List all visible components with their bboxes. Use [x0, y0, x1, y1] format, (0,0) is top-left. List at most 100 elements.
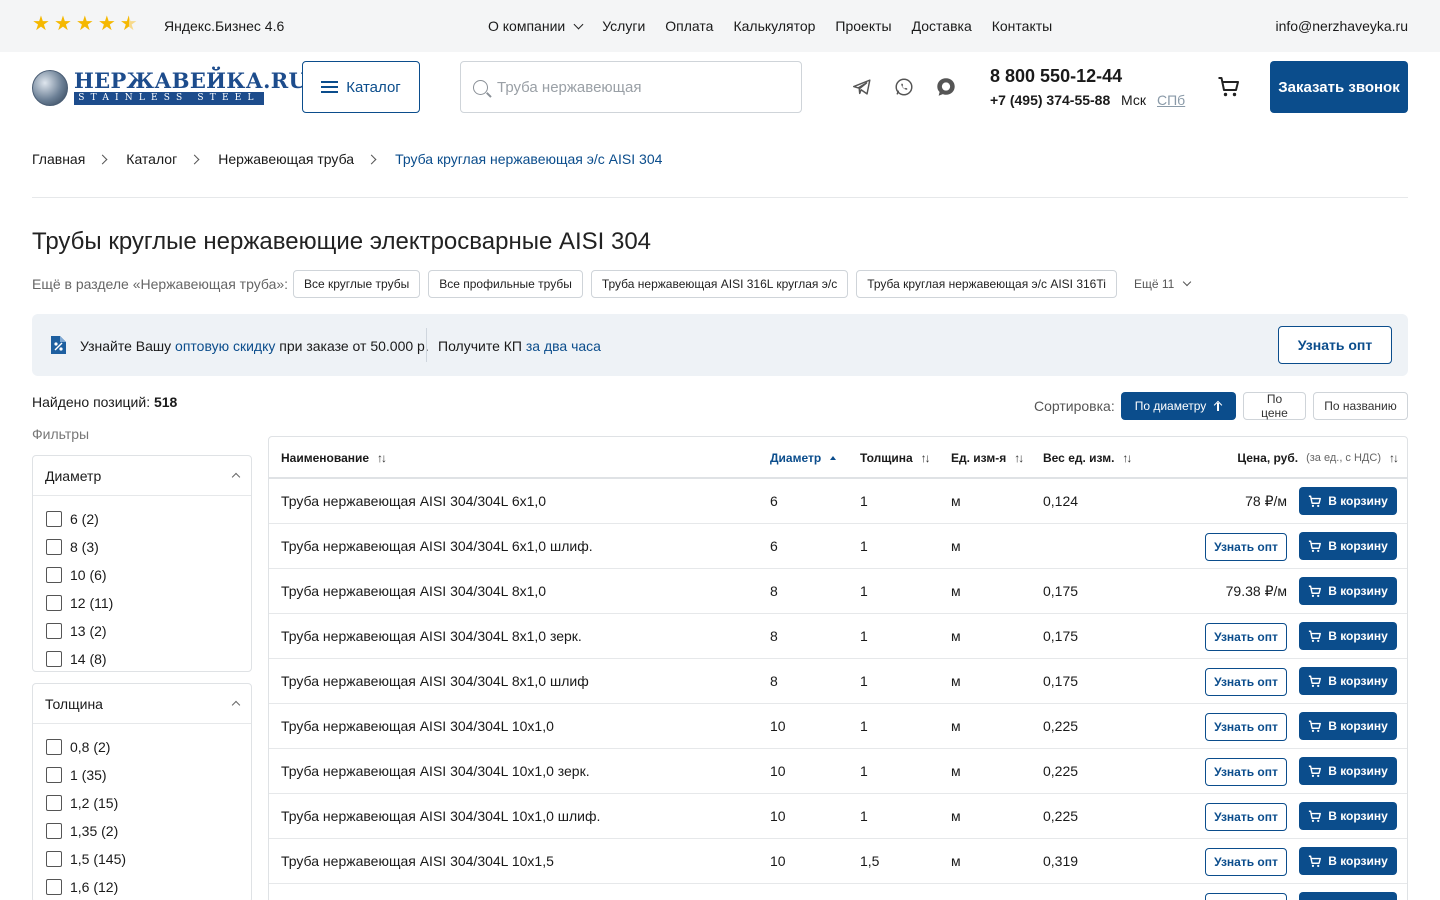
filter-header[interactable]: Диаметр	[33, 456, 251, 496]
filter-title: Толщина	[45, 695, 103, 712]
site-logo[interactable]: НЕРЖАВЕЙКА.RU STAINLESS STEEL	[32, 68, 307, 108]
col-diameter[interactable]: Диаметр	[770, 451, 837, 465]
checkbox[interactable]	[46, 879, 62, 895]
get-wholesale-row-button[interactable]: Узнать опт	[1205, 758, 1287, 786]
filter-option[interactable]: 8 (3)	[33, 533, 251, 561]
checkbox[interactable]	[46, 823, 62, 839]
chip-all-round[interactable]: Все круглые трубы	[293, 270, 421, 298]
get-wholesale-row-button[interactable]: Узнать опт	[1205, 893, 1287, 900]
filter-option[interactable]: 0,8 (2)	[33, 733, 251, 761]
product-name-link[interactable]: Труба нержавеющая AISI 304/304L 6х1,0 шл…	[281, 538, 593, 554]
filter-option[interactable]: 1 (35)	[33, 761, 251, 789]
get-wholesale-row-button[interactable]: Узнать опт	[1205, 668, 1287, 696]
nav-contacts[interactable]: Контакты	[992, 18, 1052, 34]
product-name-link[interactable]: Труба нержавеющая AISI 304/304L 8х1,0 шл…	[281, 673, 589, 689]
add-to-cart-button[interactable]: В корзину	[1299, 712, 1397, 740]
wholesale-discount-link[interactable]: оптовую скидку	[175, 338, 275, 354]
nav-delivery[interactable]: Доставка	[912, 18, 972, 34]
search-input[interactable]	[497, 62, 793, 112]
more-chips-toggle[interactable]: Ещё 11	[1134, 277, 1192, 291]
city-spb-link[interactable]: СПб	[1157, 92, 1185, 108]
get-wholesale-row-button[interactable]: Узнать опт	[1205, 848, 1287, 876]
add-to-cart-button[interactable]: В корзину	[1299, 577, 1397, 605]
sort-by-price[interactable]: По цене	[1243, 392, 1306, 420]
filter-header[interactable]: Толщина	[33, 684, 251, 724]
sort-by-diameter[interactable]: По диаметру	[1121, 392, 1236, 420]
city-msk[interactable]: Мск	[1121, 92, 1146, 108]
filter-option[interactable]: 10 (6)	[33, 561, 251, 589]
checkbox[interactable]	[46, 623, 62, 639]
checkbox[interactable]	[46, 651, 62, 667]
filter-option[interactable]: 1,6 (12)	[33, 873, 251, 900]
col-weight[interactable]: Вес ед. изм. ↑↓	[1043, 451, 1132, 465]
get-wholesale-row-button[interactable]: Узнать опт	[1205, 623, 1287, 651]
col-price[interactable]: Цена, руб. (за ед., с НДС) ↑↓	[1237, 451, 1399, 465]
nav-services[interactable]: Услуги	[602, 18, 645, 34]
nav-calculator[interactable]: Калькулятор	[733, 18, 815, 34]
cell-unit: м	[951, 628, 961, 644]
get-wholesale-button[interactable]: Узнать опт	[1278, 326, 1392, 364]
filter-option[interactable]: 1,5 (145)	[33, 845, 251, 873]
checkbox[interactable]	[46, 511, 62, 527]
col-unit[interactable]: Ед. изм-я ↑↓	[951, 451, 1024, 465]
nav-projects[interactable]: Проекты	[835, 18, 891, 34]
sort-icon: ↑↓	[1389, 451, 1399, 465]
col-name[interactable]: Наименование ↑↓	[281, 451, 387, 465]
add-to-cart-button[interactable]: В корзину	[1299, 667, 1397, 695]
product-name-link[interactable]: Труба нержавеющая AISI 304/304L 10х1,0	[281, 718, 554, 734]
product-name-link[interactable]: Труба нержавеющая AISI 304/304L 8х1,0	[281, 583, 546, 599]
phone-main[interactable]: 8 800 550-12-44	[990, 66, 1122, 87]
rating-label[interactable]: Яндекс.Бизнес 4.6	[164, 18, 284, 34]
filter-option[interactable]: 1,2 (15)	[33, 789, 251, 817]
cart-label: В корзину	[1328, 539, 1388, 553]
filter-option[interactable]: 6 (2)	[33, 505, 251, 533]
product-name-link[interactable]: Труба нержавеющая AISI 304/304L 10х1,0 ш…	[281, 808, 600, 824]
add-to-cart-button[interactable]: В корзину	[1299, 892, 1397, 900]
add-to-cart-button[interactable]: В корзину	[1299, 757, 1397, 785]
filter-option[interactable]: 12 (11)	[33, 589, 251, 617]
get-wholesale-row-button[interactable]: Узнать опт	[1205, 803, 1287, 831]
two-hours-link[interactable]: за два часа	[526, 338, 601, 354]
checkbox[interactable]	[46, 851, 62, 867]
phone-secondary[interactable]: +7 (495) 374-55-88	[990, 92, 1110, 108]
add-to-cart-button[interactable]: В корзину	[1299, 487, 1397, 515]
telegram-icon[interactable]	[851, 76, 873, 98]
catalog-button[interactable]: Каталог	[302, 61, 420, 113]
col-thickness[interactable]: Толщина ↑↓	[860, 451, 931, 465]
get-wholesale-row-button[interactable]: Узнать опт	[1205, 713, 1287, 741]
checkbox[interactable]	[46, 767, 62, 783]
product-name-link[interactable]: Труба нержавеющая AISI 304/304L 8х1,0 зе…	[281, 628, 582, 644]
cell-thickness: 1	[860, 763, 868, 779]
filter-option[interactable]: 14 (8)	[33, 645, 251, 671]
add-to-cart-button[interactable]: В корзину	[1299, 802, 1397, 830]
product-name-link[interactable]: Труба нержавеющая AISI 304/304L 6х1,0	[281, 493, 546, 509]
add-to-cart-button[interactable]: В корзину	[1299, 847, 1397, 875]
filter-option[interactable]: 1,35 (2)	[33, 817, 251, 845]
chip-316l[interactable]: Труба нержавеющая AISI 316L круглая э/с	[590, 270, 849, 298]
sort-by-name[interactable]: По названию	[1313, 392, 1408, 420]
checkbox[interactable]	[46, 739, 62, 755]
whatsapp-icon[interactable]	[893, 76, 915, 98]
request-call-button[interactable]: Заказать звонок	[1270, 61, 1408, 113]
checkbox[interactable]	[46, 567, 62, 583]
breadcrumb-pipes[interactable]: Нержавеющая труба	[218, 151, 354, 167]
email-link[interactable]: info@nerzhaveyka.ru	[1275, 18, 1408, 34]
product-name-link[interactable]: Труба нержавеющая AISI 304/304L 10х1,5	[281, 853, 554, 869]
chip-all-profile[interactable]: Все профильные трубы	[428, 270, 583, 298]
nav-payment[interactable]: Оплата	[665, 18, 713, 34]
cart-icon[interactable]	[1217, 75, 1241, 99]
breadcrumb-catalog[interactable]: Каталог	[126, 151, 177, 167]
breadcrumb-home[interactable]: Главная	[32, 151, 85, 167]
star-icon: ★	[32, 13, 50, 35]
chat-icon[interactable]	[935, 76, 957, 98]
filter-option[interactable]: 13 (2)	[33, 617, 251, 645]
nav-about[interactable]: О компании	[488, 18, 584, 34]
checkbox[interactable]	[46, 795, 62, 811]
add-to-cart-button[interactable]: В корзину	[1299, 532, 1397, 560]
chip-316ti[interactable]: Труба круглая нержавеющая э/с AISI 316Ti	[856, 270, 1117, 298]
get-wholesale-row-button[interactable]: Узнать опт	[1205, 533, 1287, 561]
checkbox[interactable]	[46, 595, 62, 611]
add-to-cart-button[interactable]: В корзину	[1299, 622, 1397, 650]
product-name-link[interactable]: Труба нержавеющая AISI 304/304L 10х1,0 з…	[281, 763, 590, 779]
checkbox[interactable]	[46, 539, 62, 555]
